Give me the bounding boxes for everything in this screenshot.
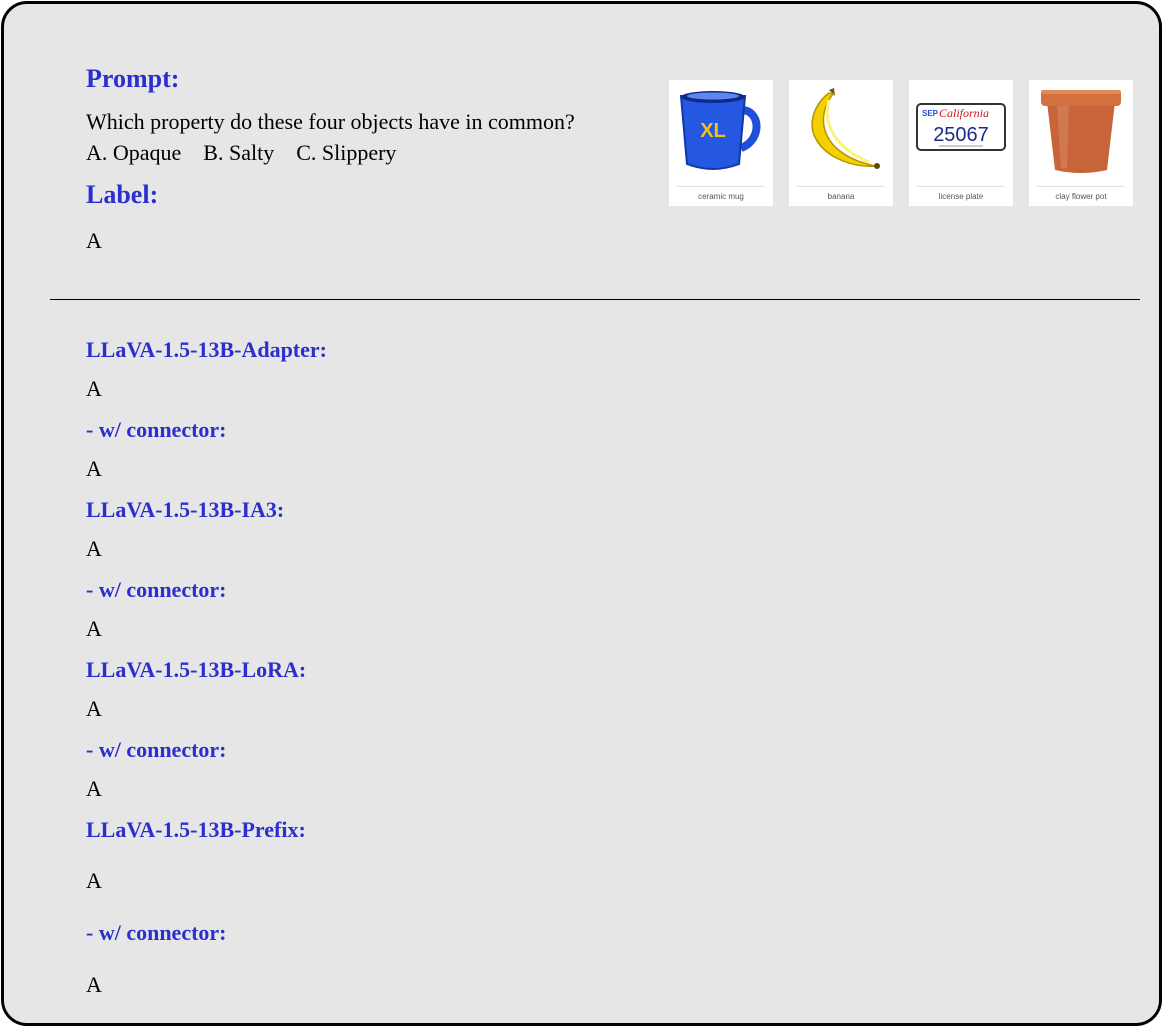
label-value: A [86,228,102,253]
connector-answer-lora: A [86,776,102,801]
prompt-heading: Prompt: [86,64,180,93]
model-answer-adapter: A [86,376,102,401]
image-caption: banana [827,192,855,201]
svg-text:SEP: SEP [922,109,939,118]
connector-heading-lora: - w/ connector: [86,737,227,762]
prompt-question: Which property do these four objects hav… [86,109,575,134]
clay-flower-pot-icon [1041,90,1121,173]
connector-heading-ia3: - w/ connector: [86,577,227,602]
model-heading-adapter: LLaVA-1.5-13B-Adapter: [86,337,327,362]
image-tile-clay-flower-pot: clay flower pot [1029,80,1133,206]
connector-heading-adapter: - w/ connector: [86,417,227,442]
model-answer-prefix: A [86,868,102,893]
model-answer-ia3: A [86,536,102,561]
section-divider [50,299,1140,300]
model-heading-lora: LLaVA-1.5-13B-LoRA: [86,657,307,682]
svg-text:California: California [939,106,989,120]
image-caption: clay flower pot [1055,192,1107,201]
banana-icon [811,88,880,169]
example-card: Prompt: Which property do these four obj… [1,1,1162,1026]
image-caption: license plate [938,192,984,201]
prompt-options: A. Opaque B. Salty C. Slippery [86,140,397,165]
model-heading-prefix: LLaVA-1.5-13B-Prefix: [86,817,306,842]
connector-answer-prefix: A [86,972,102,997]
mug-logo: XL [700,120,726,142]
image-caption: ceramic mug [698,192,744,201]
connector-heading-prefix: - w/ connector: [86,920,227,945]
model-heading-ia3: LLaVA-1.5-13B-IA3: [86,497,285,522]
connector-answer-ia3: A [86,616,102,641]
image-tile-ceramic-mug: XL ceramic mug [669,80,773,206]
image-tile-banana: banana [789,80,893,206]
image-tile-license-plate: SEP California 25067 license plate [909,80,1013,206]
svg-text:25067: 25067 [933,124,989,146]
label-heading: Label: [86,180,159,209]
ceramic-mug-icon: XL [679,91,761,170]
connector-answer-adapter: A [86,456,102,481]
license-plate-icon: SEP California 25067 [916,103,1006,151]
model-answer-lora: A [86,696,102,721]
